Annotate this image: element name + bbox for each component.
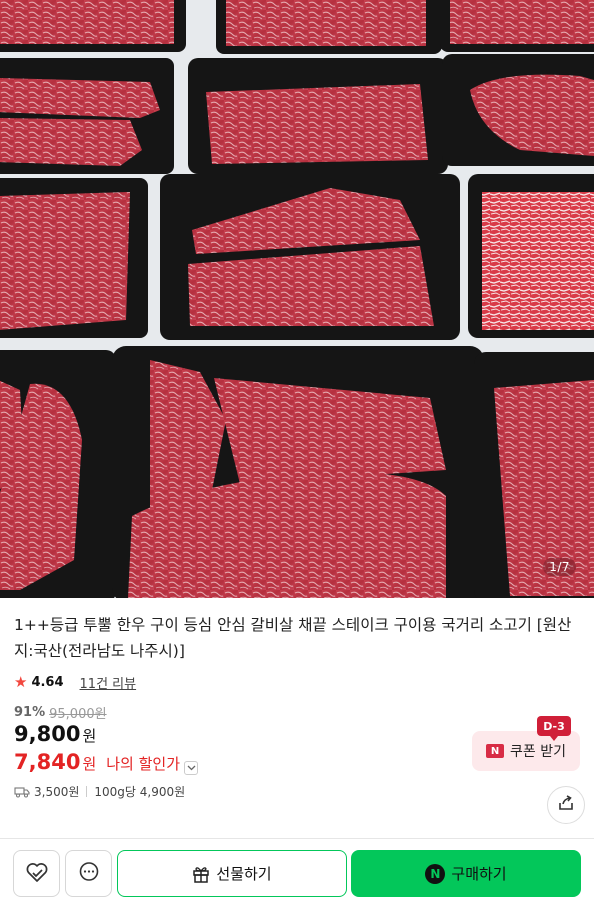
review-count-link[interactable]: 11건 리뷰 — [80, 673, 137, 692]
coupon-label: 쿠폰 받기 — [510, 744, 566, 760]
star-icon: ★ — [14, 672, 28, 691]
gift-icon — [193, 866, 210, 883]
product-image[interactable]: 1/7 — [0, 0, 594, 598]
my-discount-price[interactable]: 7,840 원 나의 할인가 — [14, 750, 199, 775]
shipping-fee: 3,500원 — [34, 785, 80, 799]
wishlist-button[interactable] — [13, 850, 60, 897]
coupon-button[interactable]: N 쿠폰 받기 — [472, 731, 580, 771]
rating-value: 4.64 — [31, 674, 64, 690]
image-counter: 1/7 — [543, 558, 576, 576]
talk-button[interactable] — [65, 850, 112, 897]
chat-bubble-icon — [78, 861, 100, 887]
share-button[interactable] — [547, 786, 585, 824]
unit-price: 100g당 4,900원 — [94, 785, 186, 799]
gift-button[interactable]: 선물하기 — [117, 850, 347, 897]
d-day-badge: D-3 — [537, 716, 571, 741]
my-discount-price-unit: 원 — [82, 755, 97, 773]
rating-row: ★ 4.64 11건 리뷰 — [14, 672, 136, 692]
my-discount-price-value: 7,840 — [14, 750, 81, 774]
share-icon — [557, 794, 575, 816]
naver-n-icon: N — [486, 744, 504, 758]
discount-rate: 91% — [14, 705, 46, 720]
shipping-row: 3,500원 100g당 4,900원 — [14, 783, 185, 800]
naver-pay-icon: N — [425, 863, 446, 884]
discount-row: 91% 95,000원 — [14, 703, 107, 722]
original-price: 95,000원 — [49, 707, 107, 722]
product-title: 1++등급 투뿔 한우 구이 등심 안심 갈비살 채끝 스테이크 구이용 국거리… — [14, 616, 572, 660]
truck-icon — [14, 786, 30, 798]
sale-price: 9,800 원 — [14, 722, 96, 746]
divider — [86, 786, 88, 797]
chevron-down-icon[interactable] — [184, 761, 199, 775]
gift-label: 선물하기 — [216, 865, 272, 883]
meat-photo — [0, 0, 594, 598]
buy-label: 구매하기 — [451, 865, 507, 883]
bottom-action-bar: 선물하기 N 구매하기 — [0, 838, 594, 906]
sale-price-unit: 원 — [82, 727, 97, 745]
my-discount-label: 나의 할인가 — [106, 755, 181, 773]
sale-price-value: 9,800 — [14, 722, 81, 746]
buy-button[interactable]: N 구매하기 — [351, 850, 581, 897]
heart-icon — [25, 861, 49, 887]
